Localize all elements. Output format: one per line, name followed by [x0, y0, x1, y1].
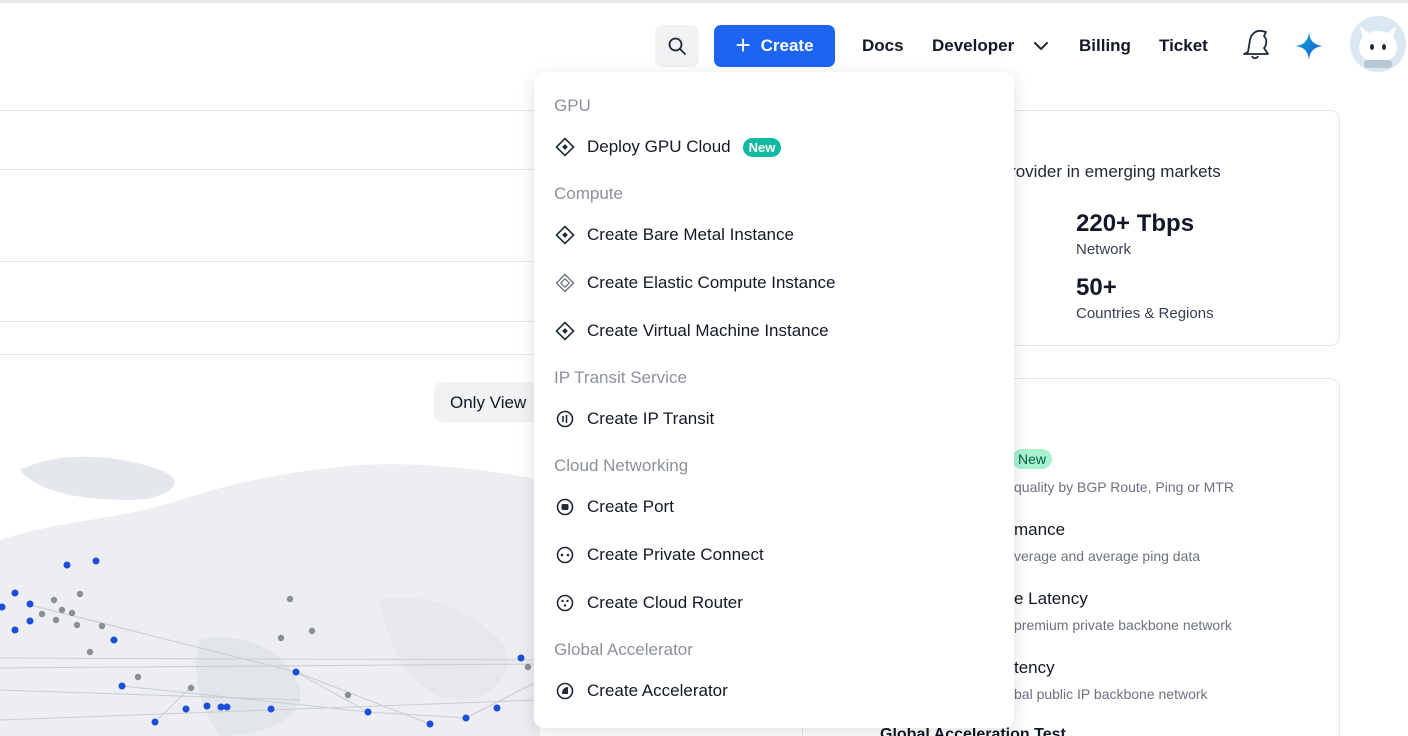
stat-network-label: Network — [1076, 241, 1132, 258]
tool-title[interactable]: tency — [1014, 658, 1055, 678]
user-avatar[interactable] — [1350, 16, 1406, 72]
section-title-global-accelerator: Global Accelerator — [554, 640, 693, 659]
search-button[interactable] — [655, 25, 699, 67]
network-world-map — [0, 456, 540, 736]
menu-item-label: Create Elastic Compute Instance — [587, 273, 836, 292]
stat-countries-label: Countries & Regions — [1076, 305, 1214, 322]
search-icon — [668, 37, 686, 55]
section-title-ip-transit: IP Transit Service — [554, 368, 687, 387]
create-button[interactable]: + Create — [714, 25, 835, 67]
diamond-outline-icon — [554, 272, 576, 294]
menu-item-private-connect[interactable]: Create Private Connect — [554, 540, 764, 570]
chevron-down-icon[interactable] — [1032, 37, 1050, 55]
tool-desc: verage and average ping data — [1014, 548, 1201, 564]
ai-sparkle-icon[interactable] — [1294, 31, 1324, 61]
section-title-gpu: GPU — [554, 96, 591, 115]
menu-item-label: Create IP Transit — [587, 409, 715, 428]
section-title-compute: Compute — [554, 184, 623, 203]
menu-item-bare-metal[interactable]: Create Bare Metal Instance — [554, 220, 794, 250]
create-button-label: Create — [760, 36, 814, 55]
menu-item-create-accelerator[interactable]: Create Accelerator — [554, 676, 728, 706]
diamond-icon — [554, 136, 576, 158]
nav-billing[interactable]: Billing — [1079, 36, 1131, 56]
menu-item-label: Create Bare Metal Instance — [587, 225, 794, 244]
stat-countries-value: 50+ — [1076, 274, 1117, 301]
menu-item-deploy-gpu-cloud[interactable]: Deploy GPU Cloud New — [554, 132, 782, 162]
menu-item-create-port[interactable]: Create Port — [554, 492, 674, 522]
accelerator-icon — [554, 680, 576, 702]
menu-item-label: Create Port — [587, 497, 674, 516]
diamond-icon — [554, 320, 576, 342]
left-panel-row — [0, 110, 540, 170]
tool-desc: quality by BGP Route, Ping or MTR — [1014, 479, 1234, 495]
nav-docs[interactable]: Docs — [862, 36, 904, 56]
ip-transit-icon — [554, 408, 576, 430]
diamond-icon — [554, 224, 576, 246]
section-title-cloud-networking: Cloud Networking — [554, 456, 689, 475]
bell-icon[interactable] — [1240, 26, 1272, 62]
menu-item-label: Create Accelerator — [587, 681, 728, 700]
menu-item-label: Create Private Connect — [587, 545, 764, 564]
left-panel-row — [0, 170, 540, 262]
new-badge: New — [742, 137, 782, 157]
tool-title[interactable]: mance — [1014, 520, 1065, 540]
tool-title[interactable]: e Latency — [1014, 589, 1088, 609]
menu-item-ip-transit[interactable]: Create IP Transit — [554, 404, 714, 434]
tool-desc: bal public IP backbone network — [1014, 686, 1208, 702]
create-dropdown-menu: GPU Deploy GPU Cloud New Compute Create … — [534, 72, 1014, 728]
plus-icon: + — [735, 30, 751, 60]
new-badge: New — [1012, 449, 1053, 469]
private-connect-icon — [554, 544, 576, 566]
left-panel-row — [0, 322, 540, 355]
cloud-router-icon — [554, 592, 576, 614]
menu-item-virtual-machine[interactable]: Create Virtual Machine Instance — [554, 316, 829, 346]
top-border — [0, 0, 1408, 3]
nav-ticket[interactable]: Ticket — [1159, 36, 1208, 56]
menu-item-label: Create Cloud Router — [587, 593, 743, 612]
left-panel-row — [0, 262, 540, 322]
nav-developer[interactable]: Developer — [932, 36, 1014, 56]
menu-item-elastic-compute[interactable]: Create Elastic Compute Instance — [554, 268, 836, 298]
menu-item-label: Deploy GPU Cloud — [587, 137, 731, 156]
stat-network-value: 220+ Tbps — [1076, 210, 1195, 237]
tool-desc: premium private backbone network — [1014, 617, 1232, 633]
port-icon — [554, 496, 576, 518]
menu-item-cloud-router[interactable]: Create Cloud Router — [554, 588, 743, 618]
menu-item-label: Create Virtual Machine Instance — [587, 321, 829, 340]
